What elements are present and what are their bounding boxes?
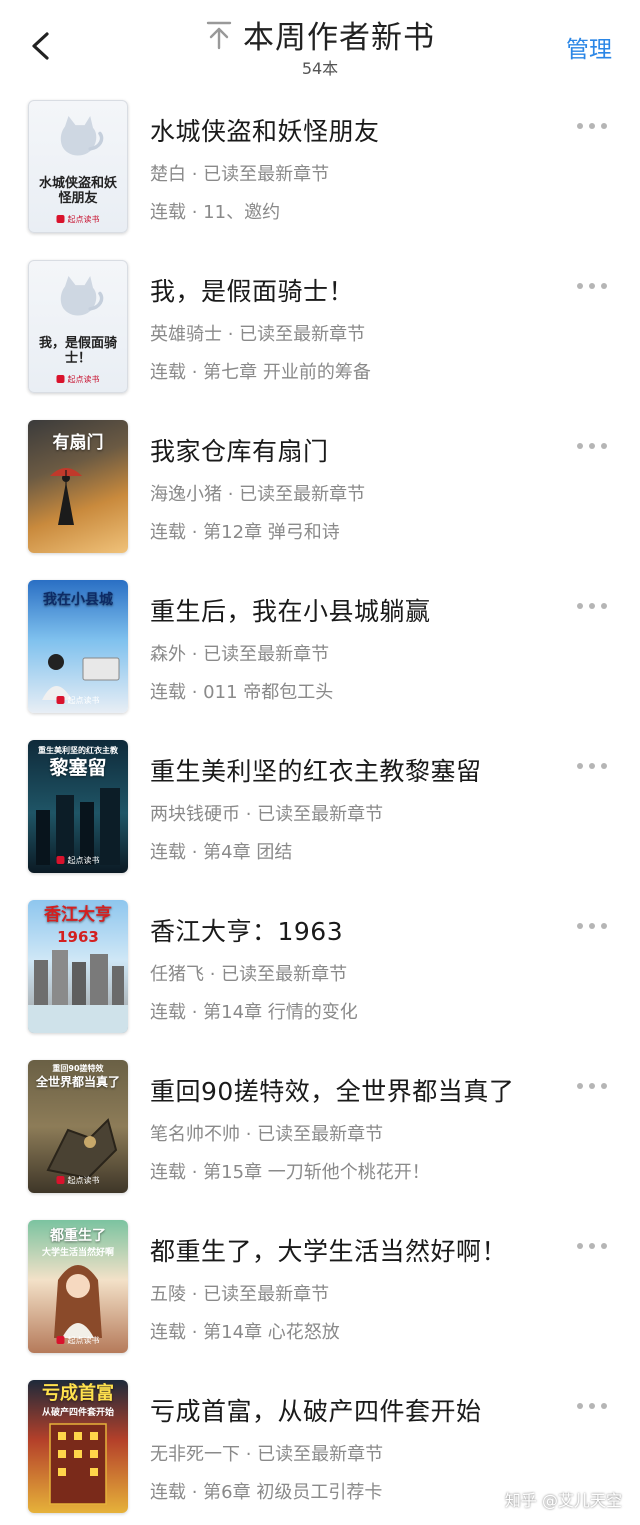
- book-item[interactable]: 我，是假面骑士！ 起点读书 我，是假面骑士！ 英雄骑士 · 已读至最新章节 连载 · 第…: [0, 260, 640, 420]
- book-info: 我家仓库有扇门海逸小猪 · 已读至最新章节 连载 · 第12章 弹弓和诗: [150, 432, 570, 544]
- ellipsis-icon: [577, 1243, 607, 1249]
- book-item[interactable]: 都重生了 大学生活当然好啊 起点读书 都重生了，大学生活当然好啊！ 五陵 · 已读至最新…: [0, 1220, 640, 1380]
- book-cover[interactable]: 亏成首富从破产四件套开始: [28, 1380, 128, 1513]
- book-author-progress: 英雄骑士 · 已读至最新章节: [150, 324, 366, 345]
- book-info: 重生美利坚的红衣主教黎塞留两块钱硬币 · 已读至最新章节 连载 · 第4章 团结: [150, 752, 570, 864]
- title-block: 本周作者新书 54本: [0, 12, 640, 79]
- book-info: 香江大亨：1963 任猪飞 · 已读至最新章节 连载 · 第14章 行情的变化: [150, 912, 570, 1024]
- ellipsis-icon: [577, 923, 607, 929]
- book-info: 水城侠盗和妖怪朋友楚白 · 已读至最新章节 连载 · 11、邀约: [150, 112, 570, 224]
- cover-subtitle: 重回90搓特效: [52, 1064, 104, 1073]
- cover-title: 水城侠盗和妖怪朋友: [38, 176, 117, 206]
- book-cover[interactable]: 重生美利坚的红衣主教黎塞留起点读书: [28, 740, 128, 873]
- book-item[interactable]: 重生美利坚的红衣主教 黎塞留 起点读书 重生美利坚的红衣主教黎塞留 两块钱硬币 · 已读…: [0, 740, 640, 900]
- cover-title: 我在小县城: [43, 592, 113, 608]
- cat-mascot-icon: [60, 276, 104, 316]
- ellipsis-icon: [577, 123, 607, 129]
- book-item[interactable]: 香江大亨 1963 香江大亨：1963 任猪飞 · 已读至最新章节 连载 · 第14章 …: [0, 900, 640, 1060]
- book-author-progress: 五陵 · 已读至最新章节: [150, 1284, 330, 1305]
- top-bar: 本周作者新书 54本 管理: [0, 0, 640, 90]
- book-list: 水城侠盗和妖怪朋友 起点读书 水城侠盗和妖怪朋友 楚白 · 已读至最新章节 连载 · 1…: [0, 100, 640, 1525]
- book-latest-chapter: 连载 · 第七章 开业前的筹备: [150, 362, 371, 383]
- cover-title: 黎塞留: [49, 757, 107, 779]
- book-item[interactable]: 我在小县城 起点读书 重生后，我在小县城躺赢 森外 · 已读至最新章节 连载 · 011…: [0, 580, 640, 740]
- more-options-button[interactable]: [574, 1400, 610, 1412]
- cover-title: 香江大亨: [44, 905, 112, 925]
- more-options-button[interactable]: [574, 1240, 610, 1252]
- book-author-progress: 海逸小猪 · 已读至最新章节: [150, 484, 366, 505]
- book-title[interactable]: 我，是假面骑士！: [150, 272, 570, 308]
- book-author-progress: 两块钱硬币 · 已读至最新章节: [150, 804, 384, 825]
- more-options-button[interactable]: [574, 760, 610, 772]
- book-info: 我，是假面骑士！ 英雄骑士 · 已读至最新章节 连载 · 第七章 开业前的筹备: [150, 272, 570, 384]
- book-title[interactable]: 香江大亨：1963: [150, 912, 570, 948]
- cover-subtitle: 大学生活当然好啊: [41, 1248, 114, 1258]
- book-cover[interactable]: 有扇门: [28, 420, 128, 553]
- cover-title: 都重生了: [50, 1228, 106, 1244]
- book-cover[interactable]: 重回90搓特效全世界都当真了 起点读书: [28, 1060, 128, 1193]
- book-title[interactable]: 都重生了，大学生活当然好啊！: [150, 1232, 570, 1268]
- book-latest-chapter: 连载 · 11、邀约: [150, 202, 281, 223]
- book-info: 重生后，我在小县城躺赢森外 · 已读至最新章节 连载 · 011 帝都包工头: [150, 592, 570, 704]
- ellipsis-icon: [577, 283, 607, 289]
- book-count: 54本: [301, 59, 339, 78]
- book-title[interactable]: 重生美利坚的红衣主教黎塞留: [150, 752, 570, 788]
- book-title[interactable]: 亏成首富，从破产四件套开始: [150, 1392, 570, 1428]
- more-options-button[interactable]: [574, 600, 610, 612]
- cover-title: 全世界都当真了: [35, 1075, 120, 1089]
- book-item[interactable]: 有扇门 我家仓库有扇门海逸小猪 · 已读至最新章节 连载 · 第12章 弹弓和诗: [0, 420, 640, 580]
- book-cover[interactable]: 我在小县城 起点读书: [28, 580, 128, 713]
- more-options-button[interactable]: [574, 1080, 610, 1092]
- publisher-badge: 起点读书: [57, 695, 100, 706]
- publisher-badge: 起点读书: [57, 214, 100, 225]
- book-author-progress: 森外 · 已读至最新章节: [150, 644, 330, 665]
- book-cover[interactable]: 我，是假面骑士！ 起点读书: [28, 260, 128, 393]
- more-options-button[interactable]: [574, 280, 610, 292]
- ellipsis-icon: [577, 1403, 607, 1409]
- book-author-progress: 无非死一下 · 已读至最新章节: [150, 1444, 384, 1465]
- publisher-badge: 起点读书: [57, 374, 100, 385]
- book-cover[interactable]: 香江大亨 1963: [28, 900, 128, 1033]
- cover-subtitle: 从破产四件套开始: [41, 1408, 114, 1418]
- more-options-button[interactable]: [574, 440, 610, 452]
- more-options-button[interactable]: [574, 120, 610, 132]
- manage-button[interactable]: 管理: [566, 30, 612, 64]
- book-latest-chapter: 连载 · 第14章 行情的变化: [150, 1002, 358, 1023]
- book-latest-chapter: 连载 · 第12章 弹弓和诗: [150, 522, 340, 543]
- book-item[interactable]: 水城侠盗和妖怪朋友 起点读书 水城侠盗和妖怪朋友 楚白 · 已读至最新章节 连载 · 1…: [0, 100, 640, 260]
- ellipsis-icon: [577, 603, 607, 609]
- book-title[interactable]: 我家仓库有扇门: [150, 432, 570, 468]
- cover-subtitle: 重生美利坚的红衣主教: [38, 746, 118, 755]
- book-cover[interactable]: 都重生了大学生活当然好啊 起点读书: [28, 1220, 128, 1353]
- book-latest-chapter: 连载 · 第14章 心花怒放: [150, 1322, 340, 1343]
- book-cover[interactable]: 水城侠盗和妖怪朋友起点读书: [28, 100, 128, 233]
- ellipsis-icon: [577, 1083, 607, 1089]
- book-latest-chapter: 连载 · 第15章 一刀斩他个桃花开！: [150, 1162, 430, 1183]
- book-info: 重回90搓特效，全世界都当真了笔名帅不帅 · 已读至最新章节连载 · 第15章 …: [150, 1072, 570, 1184]
- book-author-progress: 任猪飞 · 已读至最新章节: [150, 964, 348, 985]
- book-title[interactable]: 水城侠盗和妖怪朋友: [150, 112, 570, 148]
- ellipsis-icon: [577, 443, 607, 449]
- publisher-badge: 起点读书: [57, 1335, 100, 1346]
- book-title[interactable]: 重回90搓特效，全世界都当真了: [150, 1072, 570, 1108]
- book-author-progress: 笔名帅不帅 · 已读至最新章节: [150, 1124, 384, 1145]
- watermark: 知乎 @艾儿天空: [504, 1491, 622, 1510]
- book-title[interactable]: 重生后，我在小县城躺赢: [150, 592, 570, 628]
- more-options-button[interactable]: [574, 920, 610, 932]
- publisher-badge: 起点读书: [57, 1175, 100, 1186]
- cover-title: 我，是假面骑士！: [38, 336, 117, 366]
- book-latest-chapter: 连载 · 011 帝都包工头: [150, 682, 334, 703]
- page-title: 本周作者新书: [243, 20, 435, 56]
- cover-subtitle: 1963: [57, 928, 99, 946]
- book-latest-chapter: 连载 · 第4章 团结: [150, 842, 293, 863]
- pin-to-top-icon[interactable]: [205, 20, 233, 50]
- cover-title: 有扇门: [52, 433, 104, 453]
- cat-mascot-icon: [60, 116, 104, 156]
- book-item[interactable]: 重回90搓特效 全世界都当真了 起点读书 重回90搓特效，全世界都当真了 笔名帅不帅 ·…: [0, 1060, 640, 1220]
- book-author-progress: 楚白 · 已读至最新章节: [150, 164, 330, 185]
- publisher-badge: 起点读书: [57, 855, 100, 866]
- cover-title: 亏成首富: [42, 1383, 114, 1404]
- ellipsis-icon: [577, 763, 607, 769]
- book-info: 都重生了，大学生活当然好啊！ 五陵 · 已读至最新章节 连载 · 第14章 心花怒放: [150, 1232, 570, 1344]
